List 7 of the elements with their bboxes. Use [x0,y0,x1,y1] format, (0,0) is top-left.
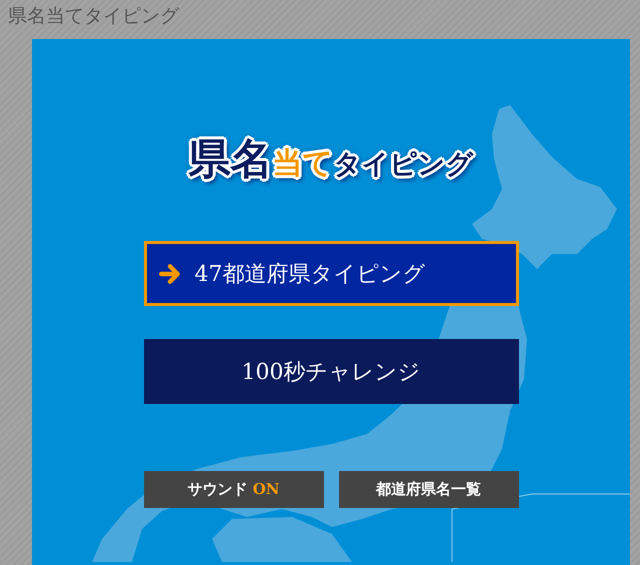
list-button[interactable]: 都道府県名一覧 [338,471,518,508]
arrow-icon [158,262,180,285]
page-title: 県名当てタイピング [7,4,179,29]
menu-button[interactable]: 100秒チャレンジ [144,339,518,404]
logo: 県名 当て タイピング [188,134,474,184]
menu-button[interactable]: 47都道府県タイピング [144,241,518,306]
sound-button[interactable]: サウンド ON [144,471,324,508]
